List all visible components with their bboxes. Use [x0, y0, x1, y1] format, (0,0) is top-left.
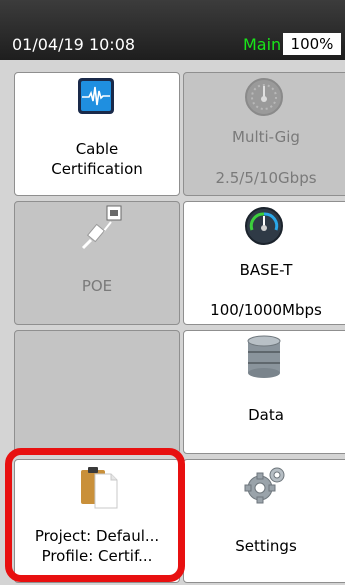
database-icon — [247, 335, 281, 378]
settings-label: Settings — [235, 537, 297, 555]
poe-label: POE — [81, 277, 113, 295]
settings-tile[interactable]: Settings — [183, 459, 345, 583]
battery-indicator: 100% — [283, 33, 341, 55]
status-bar: 01/04/19 10:08 Main 100% — [0, 0, 345, 60]
base-t-line1: BASE-T — [239, 261, 293, 279]
poe-plug-icon — [81, 205, 122, 250]
multi-gig-line1: Multi-Gig — [232, 128, 300, 146]
multi-gig-tile[interactable]: Multi-Gig 2.5/5/10Gbps — [183, 72, 345, 196]
cable-tile-line1: Cable — [75, 140, 119, 158]
multi-gig-line2: 2.5/5/10Gbps — [215, 169, 317, 187]
poe-tile[interactable]: POE — [14, 201, 180, 325]
status-mode: Main — [243, 35, 282, 54]
waveform-icon — [78, 78, 114, 114]
data-label: Data — [248, 406, 284, 424]
base-t-tile[interactable]: BASE-T 100/1000Mbps — [183, 201, 345, 325]
highlight-box — [5, 448, 185, 582]
base-t-line2: 100/1000Mbps — [210, 301, 322, 319]
cable-certification-tile[interactable]: Cable Certification — [14, 72, 180, 196]
data-tile[interactable]: Data — [183, 330, 345, 454]
gauge-icon — [245, 78, 283, 116]
empty-tile — [14, 330, 180, 454]
cable-tile-line2: Certification — [51, 160, 143, 178]
status-datetime: 01/04/19 10:08 — [12, 35, 136, 54]
speedometer-icon — [245, 207, 283, 245]
gear-icon — [244, 467, 285, 504]
